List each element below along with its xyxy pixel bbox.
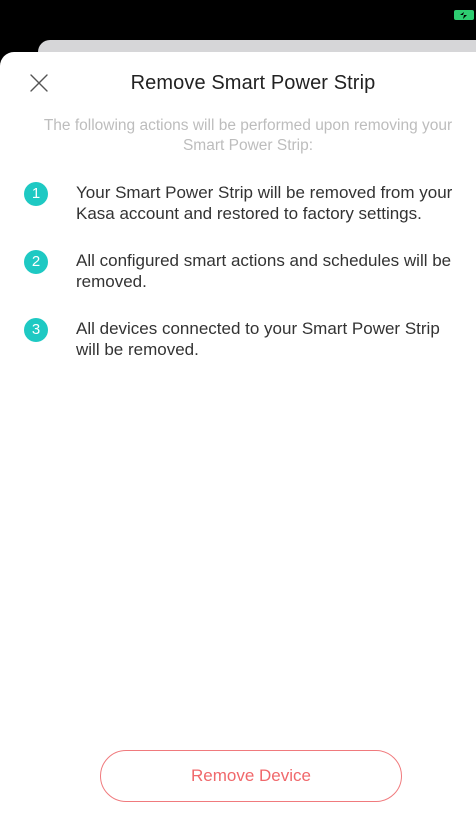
app-screen: Remove Smart Power Strip The following a… <box>0 0 476 822</box>
step-text: All devices connected to your Smart Powe… <box>76 319 440 359</box>
step-number-badge: 2 <box>24 250 48 274</box>
step-text: All configured smart actions and schedul… <box>76 251 452 291</box>
intro-text: The following actions will be performed … <box>43 117 453 154</box>
list-item: 3 All devices connected to your Smart Po… <box>24 318 466 360</box>
step-number-badge: 3 <box>24 318 48 342</box>
battery-charging-icon <box>454 10 474 20</box>
step-number-badge: 1 <box>24 182 48 206</box>
list-item: 1 Your Smart Power Strip will be removed… <box>24 182 466 224</box>
list-item: 2 All configured smart actions and sched… <box>24 250 466 292</box>
remove-device-button[interactable]: Remove Device <box>100 750 402 802</box>
step-text: Your Smart Power Strip will be removed f… <box>76 183 453 223</box>
page-title: Remove Smart Power Strip <box>130 72 376 94</box>
remove-device-sheet: Remove Smart Power Strip The following a… <box>0 52 476 822</box>
steps-list: 1 Your Smart Power Strip will be removed… <box>24 182 466 360</box>
